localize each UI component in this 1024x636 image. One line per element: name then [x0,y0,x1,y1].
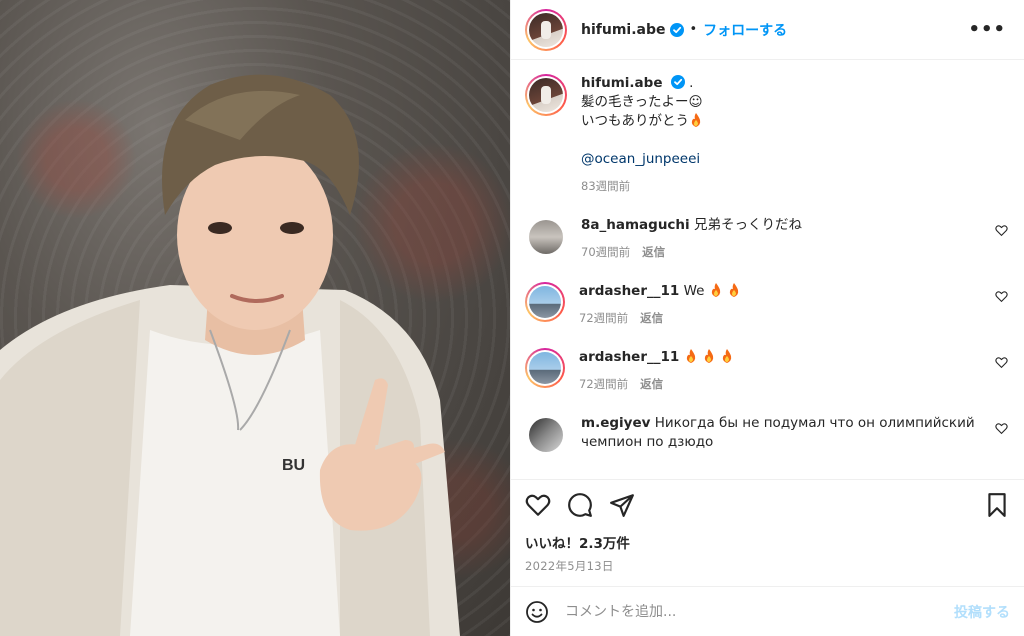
reply-button[interactable]: 返信 [642,245,665,259]
comment-like-heart-icon[interactable] [995,356,1008,369]
post-comment-button[interactable]: 投稿する [954,602,1010,622]
commenter-avatar[interactable] [529,220,563,254]
post-date: 2022年5月13日 [525,559,614,573]
comment-time[interactable]: 72週間前 [579,377,628,391]
comment-username[interactable]: m.egiyev [581,415,650,431]
more-icon[interactable]: ••• [968,19,1010,40]
caption-line-2: いつもありがとう [581,113,689,129]
share-icon[interactable] [609,492,635,518]
post-detail-panel: hifumi.abe • フォローする ••• hifumi.abe . 髪の毛… [510,0,1024,636]
comment-like-heart-icon[interactable] [995,422,1008,435]
emoji-icon[interactable] [525,600,549,624]
comment-icon[interactable] [567,492,593,518]
reply-button[interactable]: 返信 [640,377,663,391]
comment-like-heart-icon[interactable] [995,290,1008,303]
comment-time[interactable]: 72週間前 [579,311,628,325]
header-separator: • [689,22,698,37]
post-header: hifumi.abe • フォローする ••• [511,0,1024,60]
caption: hifumi.abe . 髪の毛きったよー☺︎ いつもありがとう @ocean_… [525,74,1008,196]
verified-badge-icon [670,75,685,89]
follow-button[interactable]: フォローする [703,20,787,40]
commenter-avatar[interactable] [525,282,565,322]
heart-icon[interactable] [525,492,551,518]
comment-row: 8a_hamaguchi 兄弟そっくりだね 70週間前 返信 [525,216,1008,262]
comment-like-heart-icon[interactable] [995,224,1008,237]
post-photo: BU [0,0,510,636]
likes-count[interactable]: いいね！2.3万件 [525,532,1010,552]
fire-icon [729,283,739,297]
fire-icon [686,349,695,363]
comment-username[interactable]: ardasher__11 [579,283,679,299]
caption-avatar[interactable] [525,74,567,116]
comment-username[interactable]: ardasher__11 [579,349,679,365]
add-comment-bar: 投稿する [511,586,1024,636]
verified-badge-icon [669,22,684,37]
author-username[interactable]: hifumi.abe [581,22,666,38]
commenter-avatar[interactable] [525,348,565,388]
fire-icon [723,349,732,363]
instagram-post: BU hifumi.abe • フォローする ••• hifumi.abe . … [0,0,1024,636]
caption-line-1: 髪の毛きったよー☺︎ [581,94,703,110]
comments-list[interactable]: hifumi.abe . 髪の毛きったよー☺︎ いつもありがとう @ocean_… [511,60,1024,479]
action-bar: いいね！2.3万件 2022年5月13日 [511,479,1024,586]
comment-time[interactable]: 70週間前 [581,245,630,259]
author-avatar[interactable] [525,8,567,51]
comment-text: We [683,283,705,299]
reply-button[interactable]: 返信 [640,311,663,325]
comment-row: m.egiyev Никогда бы не подумал что он ол… [525,414,1008,452]
bookmark-icon[interactable] [984,492,1010,518]
svg-text:BU: BU [282,457,305,474]
comment-input[interactable] [565,603,954,620]
caption-suffix: . [689,75,694,91]
fire-icon [711,283,720,297]
fire-icon [691,113,701,127]
caption-username[interactable]: hifumi.abe [581,75,662,91]
comment-username[interactable]: 8a_hamaguchi [581,217,690,233]
comment-row: ardasher__11 72週間前 返信 [525,348,1008,394]
fire-icon [704,349,714,363]
mention-link[interactable]: @ocean_junpeeei [581,151,700,167]
comment-row: ardasher__11 We 72週間前 返信 [525,282,1008,328]
comment-text: 兄弟そっくりだね [693,217,802,233]
caption-time[interactable]: 83週間前 [581,179,630,193]
person-illustration: BU [0,74,460,636]
commenter-avatar[interactable] [529,418,563,452]
